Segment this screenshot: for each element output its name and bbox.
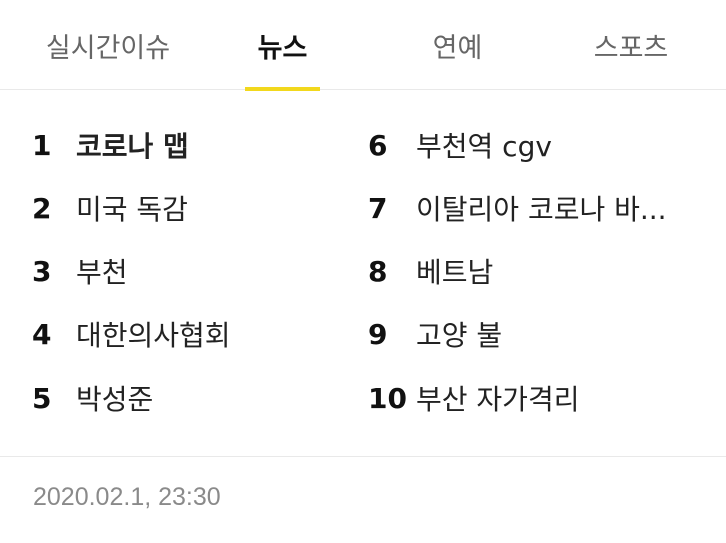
tab-realtime-issues[interactable]: 실시간이슈 — [28, 0, 188, 90]
trending-item[interactable]: 2 미국 독감 — [32, 186, 332, 230]
rank-number: 6 — [368, 128, 388, 162]
rank-number: 7 — [368, 191, 388, 225]
trending-keyword-list: 1 코로나 맵 2 미국 독감 3 부천 4 대한의사협회 5 박성준 6 부천… — [0, 90, 726, 455]
keyword-label: 박성준 — [76, 383, 154, 416]
update-timestamp: 2020.02.1, 23:30 — [33, 483, 221, 511]
trending-item[interactable]: 10 부산 자가격리 — [368, 376, 698, 420]
keyword-label: 베트남 — [416, 256, 494, 289]
rank-number: 8 — [368, 254, 388, 288]
rank-number: 5 — [32, 381, 52, 415]
keyword-label: 코로나 맵 — [76, 130, 189, 163]
rank-number: 9 — [368, 317, 388, 351]
trending-item[interactable]: 6 부천역 cgv — [368, 123, 698, 167]
rank-number: 10 — [368, 381, 407, 415]
category-tabs: 실시간이슈 뉴스 연예 스포츠 — [0, 0, 726, 91]
tab-entertainment[interactable]: 연예 — [415, 0, 500, 90]
tab-news[interactable]: 뉴스 — [245, 0, 320, 91]
trending-item[interactable]: 5 박성준 — [32, 376, 332, 420]
keyword-label: 대한의사협회 — [76, 319, 231, 352]
trending-item[interactable]: 4 대한의사협회 — [32, 312, 332, 356]
rank-number: 2 — [32, 191, 52, 225]
trending-item[interactable]: 3 부천 — [32, 249, 332, 293]
trending-item[interactable]: 7 이탈리아 코로나 바... — [368, 186, 698, 230]
trending-item[interactable]: 9 고양 불 — [368, 312, 698, 356]
keyword-label: 고양 불 — [416, 319, 503, 352]
trending-item[interactable]: 8 베트남 — [368, 249, 698, 293]
tab-sports[interactable]: 스포츠 — [578, 0, 684, 90]
rank-number: 3 — [32, 254, 52, 288]
keyword-label: 부산 자가격리 — [416, 383, 580, 416]
keyword-label: 이탈리아 코로나 바... — [416, 193, 667, 226]
keyword-label: 부천역 cgv — [416, 130, 552, 163]
trending-item[interactable]: 1 코로나 맵 — [32, 123, 332, 167]
footer: 2020.02.1, 23:30 — [0, 456, 726, 543]
keyword-label: 미국 독감 — [76, 193, 188, 226]
keyword-label: 부천 — [76, 256, 128, 289]
rank-number: 4 — [32, 317, 52, 351]
rank-number: 1 — [32, 128, 52, 162]
